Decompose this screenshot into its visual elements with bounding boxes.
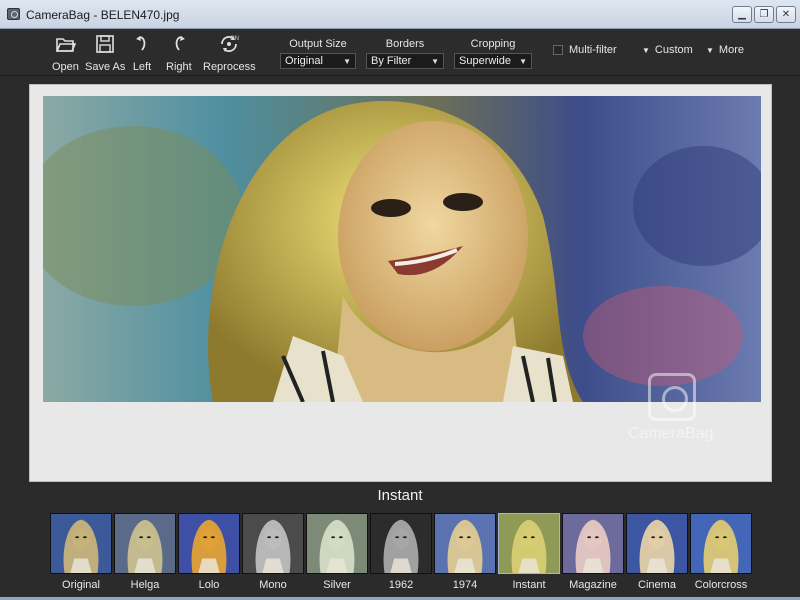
filter-label: Cinema: [638, 579, 676, 591]
filter-thumbnail-magazine[interactable]: Magazine: [562, 513, 624, 591]
rotate-right-button[interactable]: Right: [166, 33, 192, 73]
preview-photo: [43, 96, 761, 402]
camerabag-watermark: CameraBag: [628, 373, 758, 445]
cropping-dropdown[interactable]: Superwide ▼: [454, 53, 532, 69]
filter-preview-image[interactable]: [306, 513, 368, 574]
filter-thumbnail-1962[interactable]: 1962: [370, 513, 432, 591]
open-button[interactable]: Open: [52, 33, 79, 73]
rotate-right-icon: [175, 36, 185, 51]
triangle-down-icon: ▼: [706, 45, 714, 55]
cropping-label: Cropping: [470, 38, 516, 50]
borders-dropdown[interactable]: By Filter ▼: [366, 53, 444, 69]
watermark-text: CameraBag: [628, 425, 714, 442]
filter-thumbnail-original[interactable]: Original: [50, 513, 112, 591]
multi-filter-checkbox[interactable]: Multi-filter: [553, 44, 617, 56]
filter-thumbnail-1974[interactable]: 1974: [434, 513, 496, 591]
filter-preview-image[interactable]: [434, 513, 496, 574]
window-titlebar: CameraBag - BELEN470.jpg ▁ ❐ ✕: [0, 0, 800, 29]
open-label: Open: [52, 61, 79, 73]
custom-menu-button[interactable]: ▼ Custom: [642, 44, 693, 56]
filter-label: Original: [62, 579, 100, 591]
image-canvas[interactable]: CameraBag: [29, 84, 772, 482]
save-as-label: Save As: [85, 61, 126, 73]
filter-thumbnail-mono[interactable]: Mono: [242, 513, 304, 591]
filter-preview-image[interactable]: [50, 513, 112, 574]
window-title: CameraBag - BELEN470.jpg: [26, 8, 180, 22]
filter-label: Colorcross: [694, 579, 748, 591]
filter-label: Magazine: [569, 579, 617, 591]
output-size-dropdown[interactable]: Original ▼: [280, 53, 356, 69]
filter-thumbnail-cinema[interactable]: Cinema: [626, 513, 688, 591]
rotate-left-button[interactable]: Left: [131, 33, 153, 73]
filter-thumbnail-silver[interactable]: Silver: [306, 513, 368, 591]
borders-group: Borders By Filter ▼: [366, 38, 444, 69]
filter-preview-image[interactable]: [626, 513, 688, 574]
filter-preview-image[interactable]: [690, 513, 752, 574]
more-menu-button[interactable]: ▼ More: [706, 44, 744, 56]
right-label: Right: [166, 61, 192, 73]
triangle-down-icon: ▼: [642, 45, 650, 55]
toolbar: Open Save As Left Right ON Reprocess Out…: [0, 29, 800, 76]
minimize-button[interactable]: ▁: [732, 6, 752, 23]
more-label: More: [718, 44, 744, 56]
filter-label: Lolo: [198, 579, 220, 591]
left-label: Left: [132, 61, 152, 73]
filter-thumbnail-helga[interactable]: Helga: [114, 513, 176, 591]
borders-label: Borders: [385, 38, 425, 50]
chevron-down-icon: ▼: [431, 56, 439, 66]
reprocess-label: Reprocess: [203, 61, 256, 73]
filter-thumbnail-lolo[interactable]: Lolo: [178, 513, 240, 591]
filter-label: Helga: [130, 579, 160, 591]
output-size-group: Output Size Original ▼: [280, 38, 356, 69]
rotate-left-icon: [136, 36, 146, 51]
multi-filter-label: Multi-filter: [569, 44, 617, 56]
filter-label: 1962: [388, 579, 414, 591]
filter-preview-image[interactable]: [178, 513, 240, 574]
cropping-value: Superwide: [459, 55, 511, 67]
restore-button[interactable]: ❐: [754, 6, 774, 23]
cropping-group: Cropping Superwide ▼: [454, 38, 532, 69]
checkbox-box[interactable]: [553, 45, 563, 55]
filter-preview-image[interactable]: [242, 513, 304, 574]
camera-logo-icon: [648, 373, 696, 421]
filter-strip: Original Helga Lolo Mono Silver 1962 1974 Insta…: [50, 513, 752, 591]
output-size-label: Output Size: [289, 38, 347, 50]
borders-value: By Filter: [371, 55, 412, 67]
filter-preview-image[interactable]: [562, 513, 624, 574]
close-button[interactable]: ✕: [776, 6, 796, 23]
filter-thumbnail-instant[interactable]: Instant: [498, 513, 560, 591]
reprocess-button[interactable]: ON Reprocess: [203, 33, 256, 73]
filter-label: Mono: [259, 579, 287, 591]
filter-preview-image[interactable]: [498, 513, 560, 574]
chevron-down-icon: ▼: [519, 56, 527, 66]
custom-label: Custom: [654, 44, 693, 56]
filter-preview-image[interactable]: [370, 513, 432, 574]
save-as-button[interactable]: Save As: [85, 33, 125, 73]
current-filter-name: Instant: [377, 487, 423, 504]
filter-preview-image[interactable]: [114, 513, 176, 574]
floppy-disk-icon: [96, 35, 114, 53]
filter-label: 1974: [452, 579, 478, 591]
filter-label: Silver: [323, 579, 351, 591]
reprocess-on-badge: ON: [230, 36, 239, 42]
chevron-down-icon: ▼: [343, 56, 351, 66]
filter-thumbnail-colorcross[interactable]: Colorcross: [690, 513, 752, 591]
output-size-value: Original: [285, 55, 323, 67]
filter-label: Instant: [512, 579, 546, 591]
camerabag-app-icon: [7, 8, 20, 20]
folder-open-icon: [56, 38, 77, 52]
